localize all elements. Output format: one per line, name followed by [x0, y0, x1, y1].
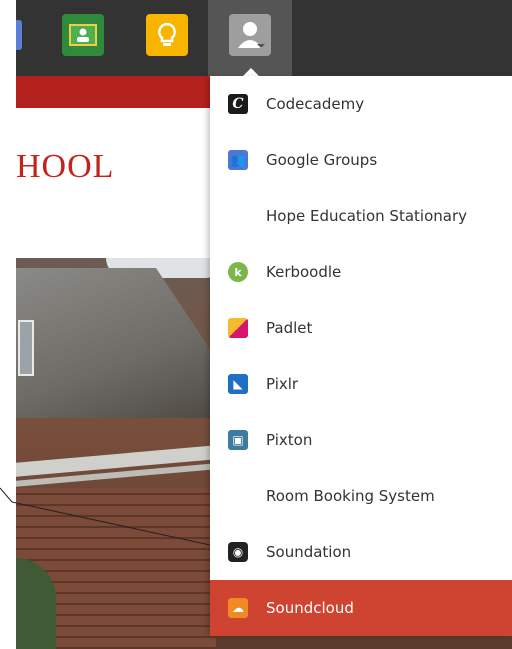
apps-dropdown-menu: C Codecademy 👥 Google Groups H Hope Education…: [210, 76, 512, 636]
room-booking-icon: ▦: [228, 486, 248, 506]
codecademy-icon: C: [228, 94, 248, 114]
lightbulb-icon: [158, 22, 176, 46]
soundation-icon: ◉: [228, 542, 248, 562]
menu-item-label: Soundation: [266, 543, 352, 561]
user-apps-icon[interactable]: [229, 14, 271, 56]
menu-item-label: Kerboodle: [266, 263, 342, 281]
pixton-icon: ▣: [228, 430, 248, 450]
menu-item-pixlr[interactable]: ◣ Pixlr: [210, 356, 512, 412]
menu-item-soundation[interactable]: ◉ Soundation: [210, 524, 512, 580]
padlet-icon: [228, 318, 248, 338]
menu-item-hope-education-stationary[interactable]: H Hope Education Stationary: [210, 188, 512, 244]
menu-item-pixton[interactable]: ▣ Pixton: [210, 412, 512, 468]
pixlr-icon: ◣: [228, 374, 248, 394]
menu-item-label: Padlet: [266, 319, 313, 337]
google-classroom-icon[interactable]: [62, 14, 104, 56]
left-margin: [0, 0, 16, 649]
google-keep-icon[interactable]: [146, 14, 188, 56]
menu-item-label: Pixlr: [266, 375, 299, 393]
menu-item-soundcloud[interactable]: ☁ Soundcloud: [210, 580, 512, 636]
menu-item-codecademy[interactable]: C Codecademy: [210, 76, 512, 132]
google-groups-icon: 👥: [228, 150, 248, 170]
soundcloud-icon: ☁: [228, 598, 248, 618]
menu-item-label: Pixton: [266, 431, 313, 449]
dropdown-caret: [243, 68, 259, 76]
menu-item-room-booking-system[interactable]: ▦ Room Booking System: [210, 468, 512, 524]
menu-item-kerboodle[interactable]: k Kerboodle: [210, 244, 512, 300]
menu-item-label: Soundcloud: [266, 599, 354, 617]
partial-app-icon[interactable]: [16, 20, 22, 50]
menu-item-label: Google Groups: [266, 151, 378, 169]
classroom-person-icon: [77, 28, 89, 42]
hope-education-icon: H: [228, 206, 248, 226]
school-title: HOOL: [16, 148, 115, 185]
menu-item-label: Room Booking System: [266, 487, 435, 505]
menu-item-google-groups[interactable]: 👥 Google Groups: [210, 132, 512, 188]
menu-item-padlet[interactable]: Padlet: [210, 300, 512, 356]
menu-item-label: Hope Education Stationary: [266, 207, 467, 225]
user-silhouette-icon: [238, 22, 265, 48]
menu-item-label: Codecademy: [266, 95, 365, 113]
kerboodle-icon: k: [228, 262, 248, 282]
